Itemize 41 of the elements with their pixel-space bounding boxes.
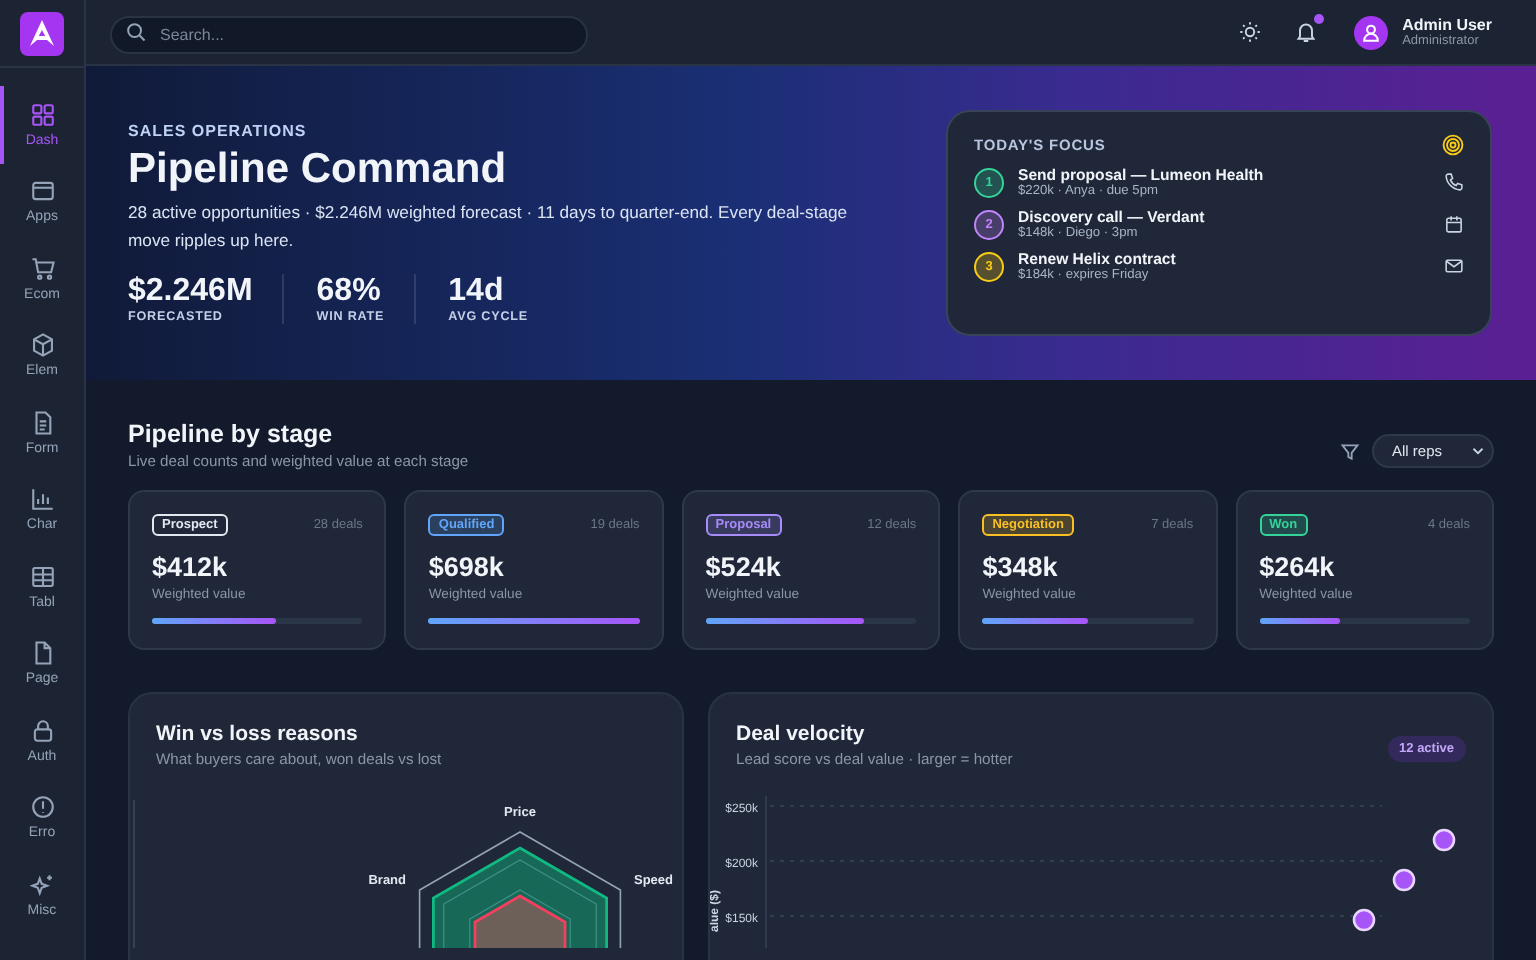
chevron-down-icon [1472, 446, 1484, 456]
mail-icon[interactable] [1444, 256, 1464, 276]
hero-description: 28 active opportunities · $2.246M weighted forecast · 11 days to quarter-end. Every deal-stage move ripples up here. [128, 200, 850, 254]
filter-icon [1340, 441, 1360, 461]
stage-value: $348k [982, 552, 1060, 582]
calendar-icon[interactable] [1444, 214, 1464, 234]
stage-value: $412k [152, 552, 230, 582]
hero-title: Pipeline Command [128, 146, 509, 195]
table-icon [29, 563, 55, 590]
window-icon [29, 178, 55, 205]
bar-chart-icon [29, 486, 55, 513]
section-title: Pipeline by stage [128, 420, 335, 448]
stage-value: $264k [1259, 552, 1337, 582]
data-point [1432, 828, 1456, 852]
page-icon [29, 640, 55, 667]
logo-icon [20, 11, 64, 55]
phone-icon[interactable] [1444, 172, 1464, 192]
data-point [1352, 908, 1376, 932]
sparkle-icon [29, 871, 55, 898]
search-icon [126, 22, 146, 42]
sun-icon[interactable] [1238, 20, 1263, 44]
data-point [1392, 868, 1416, 892]
cart-icon [29, 255, 55, 282]
grid-icon [29, 101, 55, 128]
stat-value: 14d [448, 273, 506, 310]
bell-icon[interactable] [1294, 20, 1319, 44]
panel-title: Deal velocity [736, 722, 867, 746]
stat-value: 68% [316, 273, 383, 310]
stat-value: $2.246M [128, 273, 253, 310]
alert-icon [29, 794, 55, 821]
search-field[interactable]: Search... [110, 15, 588, 53]
panel-title: Win vs loss reasons [156, 722, 360, 746]
stage-value: $698k [428, 552, 506, 582]
lock-icon [29, 717, 55, 744]
document-icon [29, 409, 55, 436]
cube-icon [29, 332, 55, 359]
stage-value: $524k [705, 552, 783, 582]
target-icon [1442, 134, 1464, 156]
hero-eyebrow: SALES OPERATIONS [128, 122, 309, 141]
user-name: Admin User [1402, 16, 1492, 34]
avatar-icon[interactable] [1354, 15, 1389, 49]
